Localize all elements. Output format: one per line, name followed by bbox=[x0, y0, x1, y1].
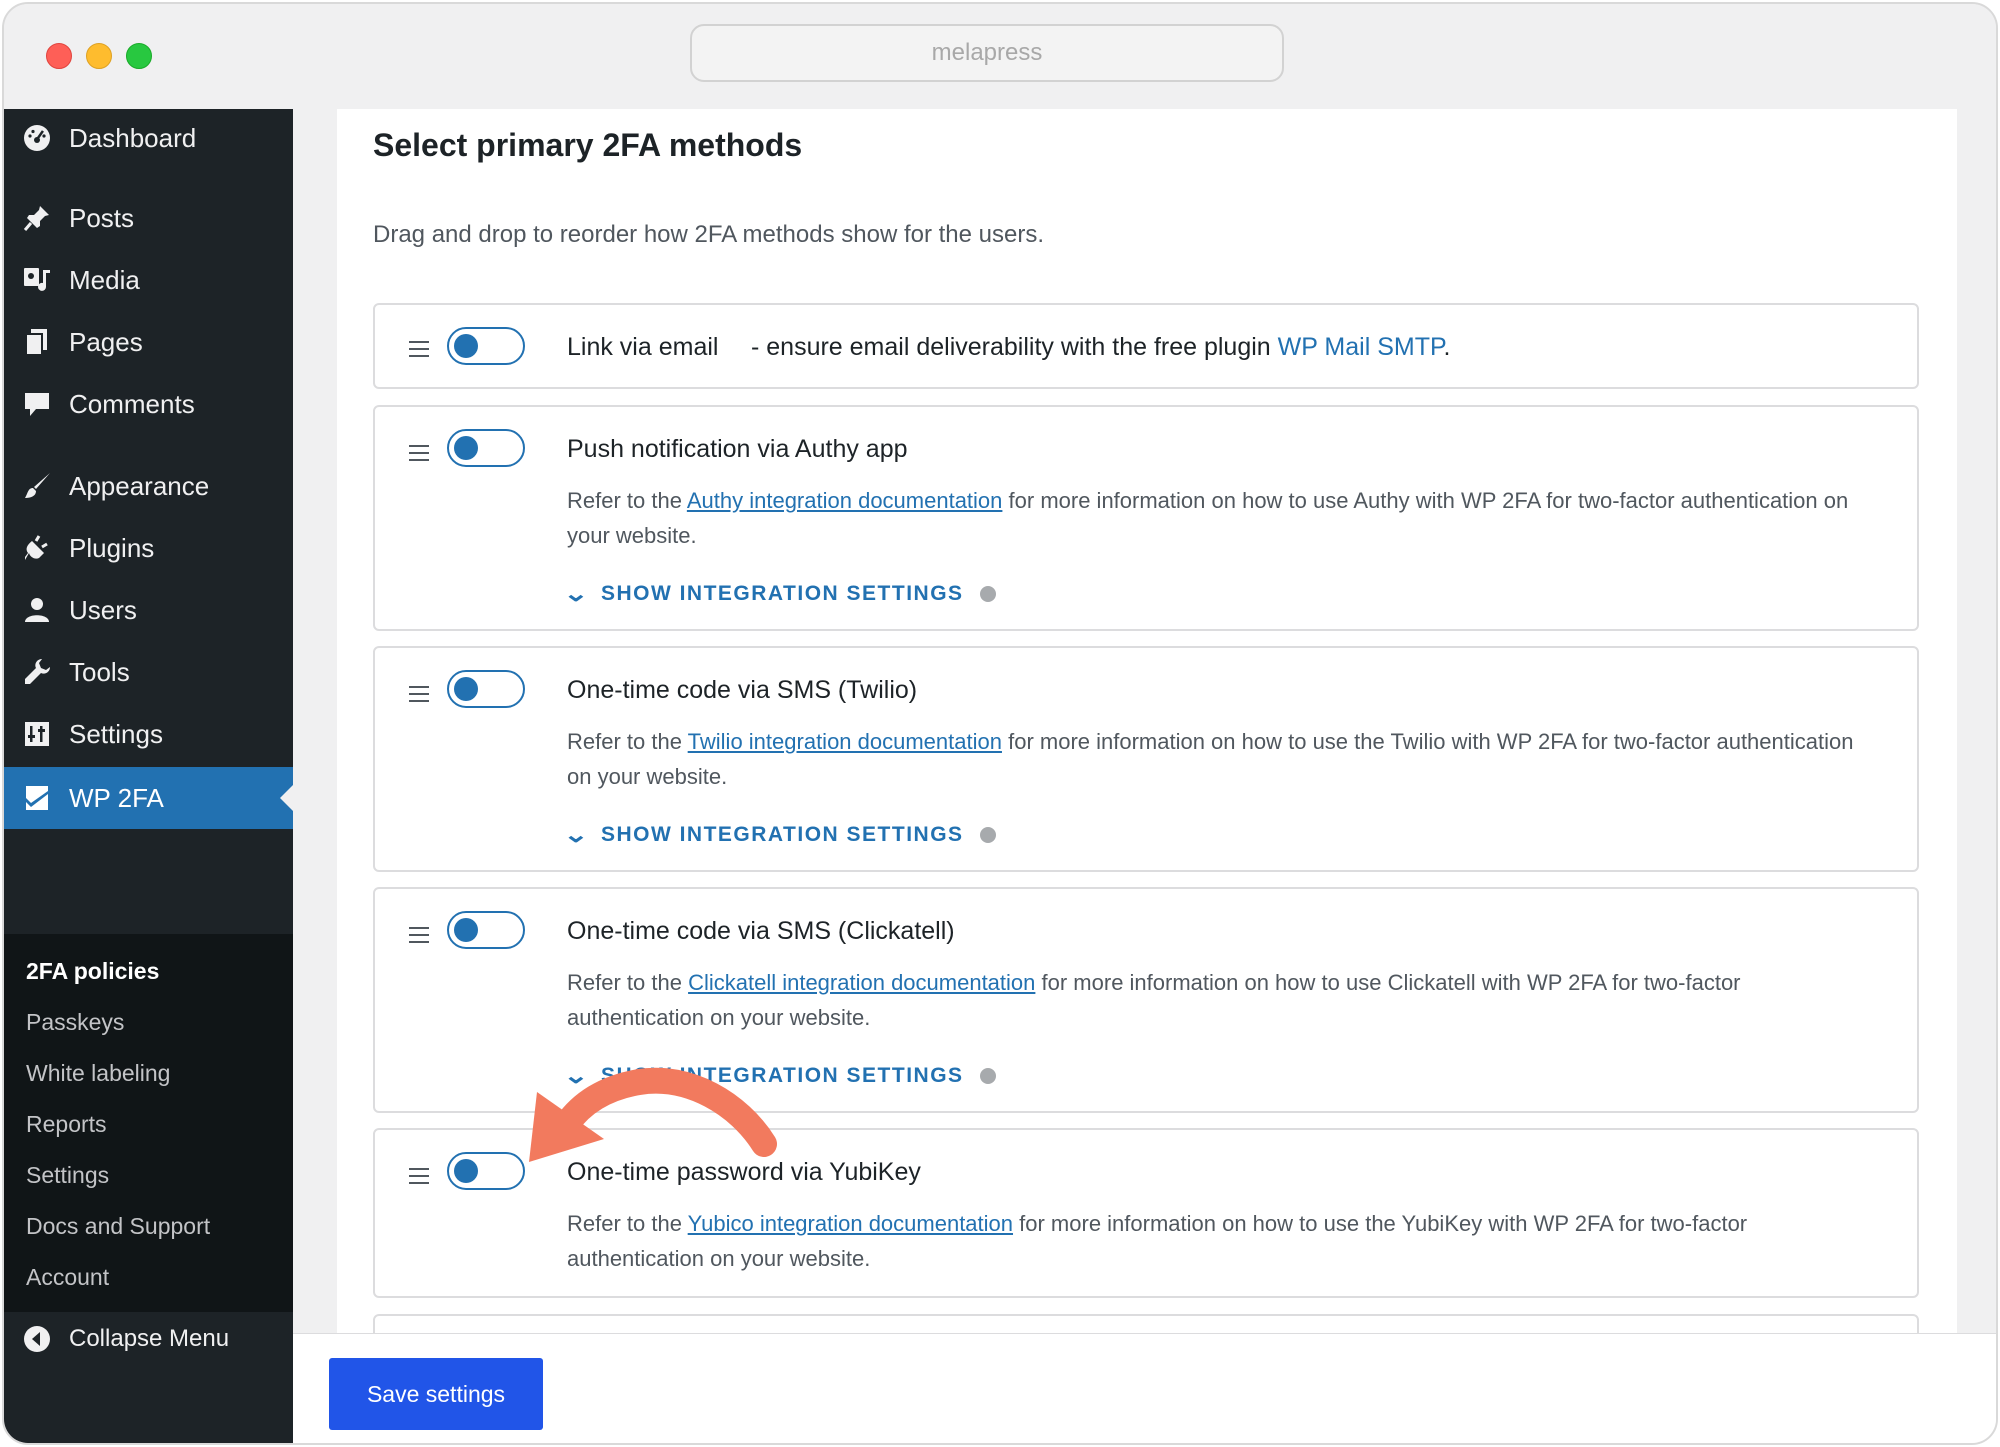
plugin-icon bbox=[20, 531, 54, 565]
sidebar-item-label: Posts bbox=[69, 202, 135, 233]
address-bar[interactable]: melapress bbox=[690, 24, 1284, 82]
desc-prefix: Refer to the bbox=[567, 970, 682, 995]
method-toggle-authy[interactable] bbox=[447, 429, 525, 467]
pin-icon bbox=[20, 201, 54, 235]
status-dot bbox=[979, 1068, 996, 1084]
panel-description: Drag and drop to reorder how 2FA methods… bbox=[373, 221, 1045, 248]
sidebar-item-label: Comments bbox=[69, 388, 195, 419]
sidebar-item-label: Media bbox=[69, 264, 140, 295]
title-bar: melapress bbox=[4, 4, 1996, 109]
submenu-item-passkeys[interactable]: Passkeys bbox=[26, 1009, 124, 1036]
method-description: Refer to the Yubico integration document… bbox=[567, 1206, 1857, 1276]
twilio-docs-link[interactable]: Twilio integration documentation bbox=[688, 729, 1002, 754]
submenu-item-account[interactable]: Account bbox=[26, 1264, 109, 1291]
user-icon bbox=[20, 593, 54, 627]
method-toggle-email[interactable] bbox=[447, 327, 525, 365]
collapse-menu-label: Collapse Menu bbox=[69, 1325, 230, 1352]
wp-mail-smtp-link[interactable]: WP Mail SMTP bbox=[1278, 333, 1444, 361]
browser-window: melapress Dashboard Posts Media Pages Co… bbox=[2, 2, 1998, 1445]
sidebar-item-label: Users bbox=[69, 594, 137, 625]
sidebar-item-wp-2fa[interactable]: WP 2FA bbox=[4, 767, 293, 829]
annotation-arrow-icon bbox=[529, 1067, 777, 1162]
method-note-text: - ensure email deliverability with the f… bbox=[751, 333, 1271, 361]
status-dot bbox=[979, 827, 996, 843]
desc-prefix: Refer to the bbox=[567, 488, 682, 513]
save-settings-button[interactable]: Save settings bbox=[329, 1358, 543, 1430]
sidebar-item-plugins[interactable]: Plugins bbox=[4, 519, 293, 577]
chevron-down-icon: ⌄ bbox=[563, 822, 591, 847]
method-note: - ensure email deliverability with the f… bbox=[751, 333, 1450, 362]
method-title: Push notification via Authy app bbox=[567, 435, 908, 463]
method-row-email[interactable]: Link via email - ensure email deliverabi… bbox=[373, 303, 1919, 389]
settings-icon bbox=[20, 717, 54, 751]
settings-footer: Save settings bbox=[293, 1333, 1996, 1443]
wp-2fa-submenu: 2FA policies Passkeys White labeling Rep… bbox=[4, 934, 293, 1312]
media-icon bbox=[20, 263, 54, 297]
submenu-item-white-labeling[interactable]: White labeling bbox=[26, 1060, 170, 1087]
status-dot bbox=[979, 586, 996, 602]
sidebar-item-label: Settings bbox=[69, 718, 163, 749]
minimize-window-button[interactable] bbox=[86, 43, 112, 69]
clickatell-docs-link[interactable]: Clickatell integration documentation bbox=[688, 970, 1035, 995]
page-title: Select primary 2FA methods bbox=[373, 127, 803, 163]
method-row-authy[interactable]: Push notification via Authy app Refer to… bbox=[373, 405, 1919, 631]
collapse-icon bbox=[20, 1322, 54, 1356]
submenu-item-settings[interactable]: Settings bbox=[26, 1162, 109, 1189]
close-window-button[interactable] bbox=[46, 43, 72, 69]
method-toggle-clickatell[interactable] bbox=[447, 911, 525, 949]
submenu-item-reports[interactable]: Reports bbox=[26, 1111, 107, 1138]
show-integration-settings-twilio[interactable]: ⌄ SHOW INTEGRATION SETTINGS bbox=[563, 822, 996, 848]
wp2fa-icon bbox=[20, 781, 54, 815]
wrench-icon bbox=[20, 655, 54, 689]
show-integration-settings-authy[interactable]: ⌄ SHOW INTEGRATION SETTINGS bbox=[563, 581, 996, 607]
sidebar-item-label: Appearance bbox=[69, 470, 210, 501]
method-toggle-twilio[interactable] bbox=[447, 670, 525, 708]
admin-sidebar: Dashboard Posts Media Pages Comments App… bbox=[4, 109, 293, 1443]
method-description: Refer to the Clickatell integration docu… bbox=[567, 965, 1857, 1035]
submenu-item-docs-support[interactable]: Docs and Support bbox=[26, 1213, 210, 1240]
sidebar-item-pages[interactable]: Pages bbox=[4, 313, 293, 371]
sidebar-item-users[interactable]: Users bbox=[4, 581, 293, 639]
chevron-down-icon: ⌄ bbox=[563, 581, 591, 606]
drag-handle-icon[interactable] bbox=[409, 341, 429, 357]
drag-handle-icon[interactable] bbox=[409, 1168, 429, 1184]
comment-icon bbox=[20, 387, 54, 421]
method-description: Refer to the Authy integration documenta… bbox=[567, 483, 1857, 553]
sidebar-item-dashboard[interactable]: Dashboard bbox=[4, 109, 293, 167]
sidebar-item-settings[interactable]: Settings bbox=[4, 705, 293, 763]
drag-handle-icon[interactable] bbox=[409, 927, 429, 943]
method-title: One-time code via SMS (Clickatell) bbox=[567, 917, 955, 945]
integration-label: SHOW INTEGRATION SETTINGS bbox=[600, 582, 964, 605]
desc-prefix: Refer to the bbox=[567, 729, 682, 754]
dashboard-icon bbox=[20, 121, 54, 155]
sidebar-item-comments[interactable]: Comments bbox=[4, 375, 293, 433]
method-title: Link via email bbox=[567, 333, 719, 361]
yubico-docs-link[interactable]: Yubico integration documentation bbox=[688, 1211, 1013, 1236]
sidebar-item-label: Tools bbox=[69, 656, 130, 687]
sidebar-item-label: Pages bbox=[69, 326, 143, 357]
sidebar-item-label: WP 2FA bbox=[69, 782, 164, 813]
integration-label: SHOW INTEGRATION SETTINGS bbox=[600, 823, 964, 846]
sidebar-item-appearance[interactable]: Appearance bbox=[4, 457, 293, 515]
sidebar-item-label: Dashboard bbox=[69, 122, 197, 153]
pages-icon bbox=[20, 325, 54, 359]
maximize-window-button[interactable] bbox=[126, 43, 152, 69]
sidebar-item-tools[interactable]: Tools bbox=[4, 643, 293, 701]
method-row-twilio[interactable]: One-time code via SMS (Twilio) Refer to … bbox=[373, 646, 1919, 872]
sidebar-item-media[interactable]: Media bbox=[4, 251, 293, 309]
drag-handle-icon[interactable] bbox=[409, 686, 429, 702]
method-description: Refer to the Twilio integration document… bbox=[567, 724, 1857, 794]
active-indicator bbox=[280, 785, 293, 811]
sidebar-item-label: Plugins bbox=[69, 532, 155, 563]
sidebar-item-posts[interactable]: Posts bbox=[4, 189, 293, 247]
drag-handle-icon[interactable] bbox=[409, 445, 429, 461]
authy-docs-link[interactable]: Authy integration documentation bbox=[687, 488, 1003, 513]
collapse-menu-button[interactable]: Collapse Menu bbox=[4, 1309, 293, 1369]
primary-2fa-methods-panel: Select primary 2FA methods Drag and drop… bbox=[337, 109, 1957, 1409]
desc-prefix: Refer to the bbox=[567, 1211, 682, 1236]
brush-icon bbox=[20, 469, 54, 503]
method-note-suffix: . bbox=[1443, 333, 1451, 361]
submenu-item-2fa-policies[interactable]: 2FA policies bbox=[26, 958, 159, 985]
method-title: One-time code via SMS (Twilio) bbox=[567, 676, 918, 704]
